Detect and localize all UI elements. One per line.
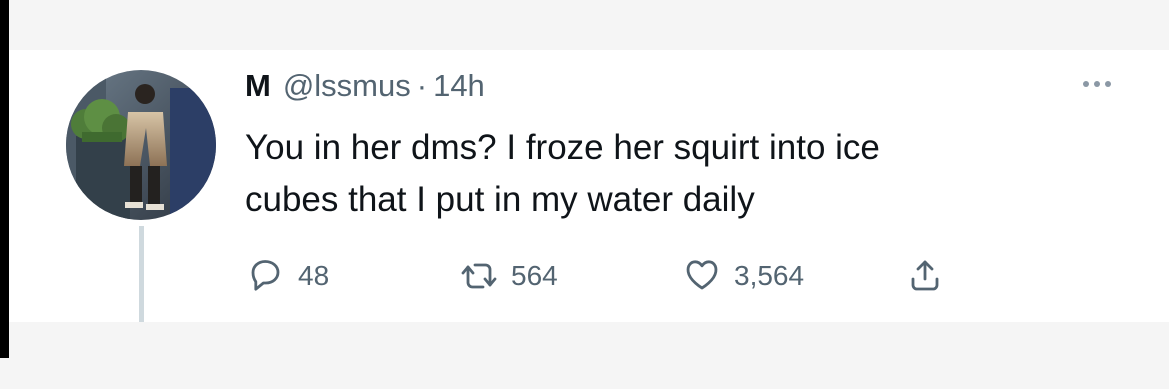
like-button[interactable]: 3,564	[681, 255, 904, 297]
more-options-icon[interactable]	[1083, 76, 1123, 92]
more-dot-icon	[1105, 81, 1111, 87]
tweet-card[interactable]: M @lssmus · 14h You in her dms? I froze …	[9, 50, 1169, 322]
retweet-count: 564	[511, 260, 558, 291]
retweet-button[interactable]: 564	[458, 255, 681, 297]
tweet-header: M @lssmus · 14h	[245, 68, 485, 108]
tweet-actions: 48 564 3,564	[245, 255, 954, 297]
thread-line	[139, 226, 144, 322]
avatar-photo	[66, 70, 216, 220]
more-dot-icon	[1094, 81, 1100, 87]
more-dot-icon	[1083, 81, 1089, 87]
tweet-text: You in her dms? I froze her squirt into …	[245, 128, 880, 219]
reply-button[interactable]: 48	[245, 255, 458, 297]
avatar[interactable]	[66, 70, 216, 220]
author-name[interactable]: M	[245, 68, 271, 104]
retweet-icon	[461, 263, 497, 289]
like-count: 3,564	[734, 260, 805, 291]
tweet-timestamp[interactable]: 14h	[433, 68, 485, 104]
separator-dot: ·	[416, 68, 428, 103]
reply-count: 48	[298, 260, 330, 291]
share-button[interactable]	[904, 255, 954, 297]
reply-icon	[251, 260, 280, 291]
share-icon	[911, 260, 939, 291]
heart-icon	[686, 260, 718, 290]
left-edge-bar	[0, 0, 9, 358]
author-handle[interactable]: @lssmus	[283, 68, 411, 104]
